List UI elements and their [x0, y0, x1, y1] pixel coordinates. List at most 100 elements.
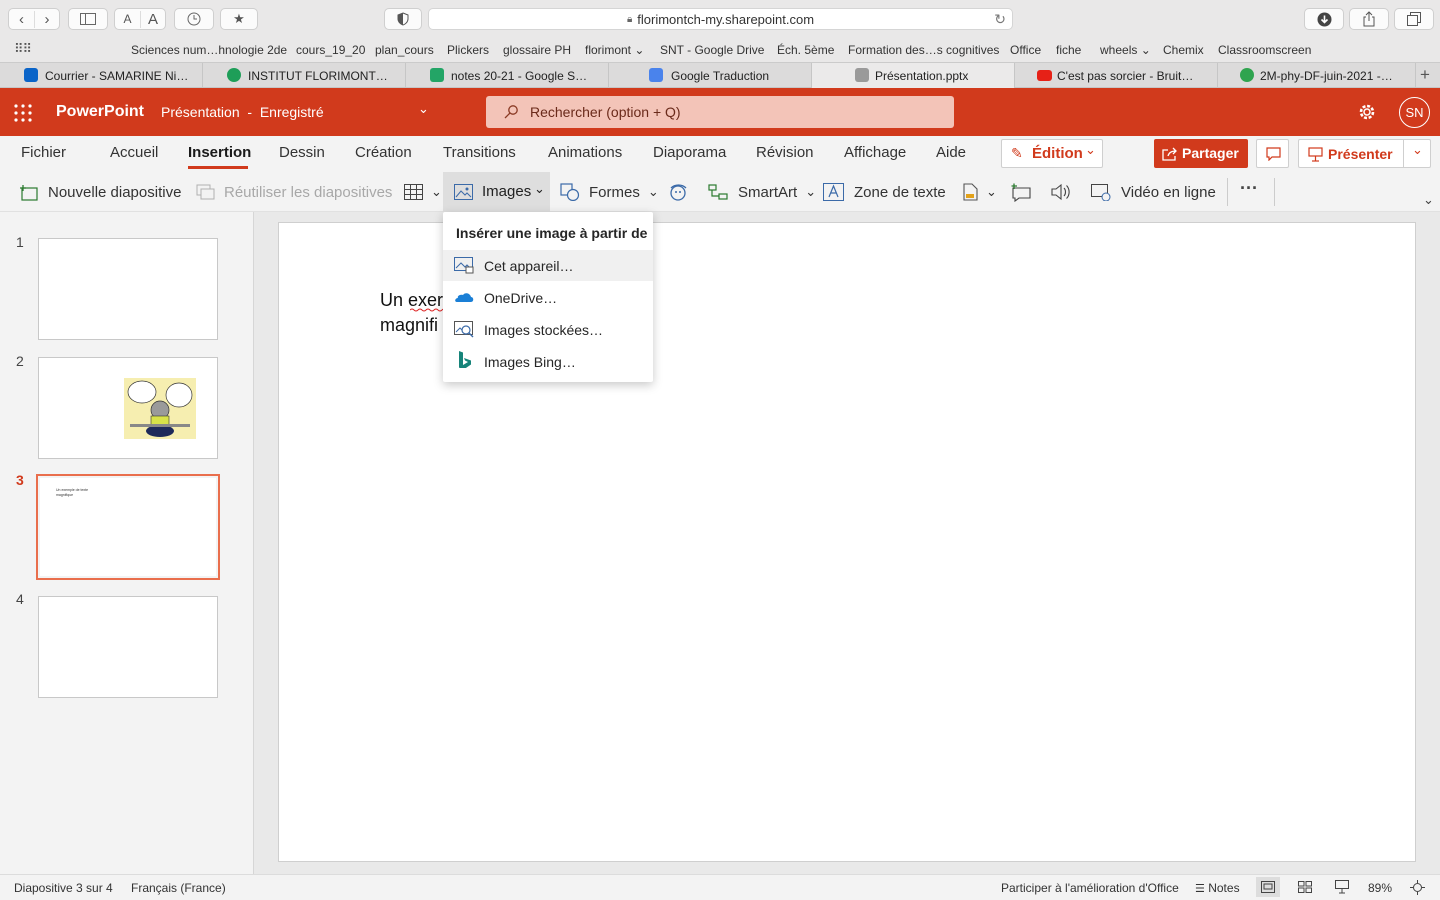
tab-dessin[interactable]: Dessin: [279, 144, 325, 161]
browser-tab-active[interactable]: Présentation.pptx: [812, 63, 1015, 88]
audio-button[interactable]: [1051, 180, 1071, 204]
menu-item-label: Cet appareil…: [484, 258, 574, 274]
new-slide-button[interactable]: Nouvelle diapositive: [19, 180, 181, 204]
language-indicator[interactable]: Français (France): [131, 881, 226, 895]
table-button[interactable]: ⌄: [404, 180, 442, 204]
reuse-slides-label: Réutiliser les diapositives: [224, 183, 393, 201]
notes-icon: ☰: [1195, 883, 1205, 895]
history-button[interactable]: [174, 8, 214, 30]
tab-diaporama[interactable]: Diaporama: [653, 144, 726, 161]
favorite-link[interactable]: glossaire PH: [503, 43, 571, 57]
comments-button[interactable]: [1256, 139, 1289, 168]
present-button[interactable]: Présenter ⌄: [1298, 139, 1431, 168]
sidebar-toggle-button[interactable]: [68, 8, 108, 30]
zoom-level[interactable]: 89%: [1368, 881, 1392, 895]
slide-thumbnail-selected[interactable]: Un exemple de texte magnifique: [36, 474, 220, 580]
settings-gear-icon[interactable]: [1358, 103, 1376, 121]
favorite-link[interactable]: cours_19_20: [296, 43, 365, 57]
smartart-button[interactable]: SmartArt ⌄: [708, 180, 816, 204]
images-button[interactable]: Images ⌄: [443, 172, 550, 212]
privacy-button[interactable]: [384, 8, 422, 30]
menu-item-this-device[interactable]: Cet appareil…: [443, 250, 653, 281]
browser-tab[interactable]: 2M-phy-DF-juin-2021 -…: [1218, 63, 1416, 88]
favorite-link[interactable]: Formation des…s cognitives: [848, 43, 999, 57]
feedback-link[interactable]: Participer à l'amélioration d'Office: [1001, 881, 1179, 895]
shapes-button[interactable]: Formes ⌄: [560, 180, 659, 204]
back-icon[interactable]: ‹: [9, 11, 34, 28]
normal-view-button[interactable]: [1256, 877, 1280, 897]
favorite-link[interactable]: Classroomscreen: [1218, 43, 1311, 57]
favorite-link[interactable]: Éch. 5ème: [777, 43, 834, 57]
chevron-down-icon[interactable]: ⌄: [1412, 142, 1423, 158]
slide-thumbnail[interactable]: [38, 357, 218, 459]
app-launcher-icon[interactable]: [14, 104, 32, 122]
reload-icon[interactable]: ↻: [994, 11, 1006, 28]
slide-thumbnail[interactable]: [38, 596, 218, 698]
share-button[interactable]: Partager: [1154, 139, 1248, 168]
separator: [1403, 140, 1404, 167]
favorite-link[interactable]: Office: [1010, 43, 1041, 57]
tab-insertion[interactable]: Insertion: [188, 144, 251, 161]
slide-text-box[interactable]: Un exer magnifi: [380, 288, 443, 338]
search-box[interactable]: Rechercher (option + Q): [486, 96, 954, 128]
document-icon: [963, 183, 978, 201]
menu-item-bing-images[interactable]: Images Bing…: [443, 346, 653, 377]
file-insert-button[interactable]: ⌄: [963, 180, 997, 204]
slide-sorter-icon[interactable]: [1298, 881, 1312, 893]
app-name[interactable]: PowerPoint: [56, 103, 144, 121]
favorite-link[interactable]: Plickers: [447, 43, 489, 57]
tab-overview-button[interactable]: [1394, 8, 1434, 30]
bookmark-button[interactable]: ★: [220, 8, 258, 30]
menu-item-onedrive[interactable]: OneDrive…: [443, 282, 653, 313]
sheets-icon: [430, 68, 444, 82]
downloads-button[interactable]: [1304, 8, 1344, 30]
tab-creation[interactable]: Création: [355, 144, 412, 161]
browser-tab[interactable]: notes 20-21 - Google S…: [406, 63, 609, 88]
icons-button[interactable]: [667, 180, 689, 204]
search-placeholder: Rechercher (option + Q): [530, 104, 681, 120]
tab-fichier[interactable]: Fichier: [21, 144, 66, 161]
favorite-link[interactable]: Chemix: [1163, 43, 1204, 57]
browser-tab[interactable]: INSTITUT FLORIMONT…: [203, 63, 406, 88]
chevron-down-icon[interactable]: ⌄: [418, 101, 429, 117]
menu-item-stock-images[interactable]: Images stockées…: [443, 314, 653, 345]
ribbon-expand-icon[interactable]: ⌄: [1423, 192, 1434, 208]
notes-button[interactable]: ☰ Notes: [1195, 881, 1240, 895]
grid-apps-icon[interactable]: ⠿⠿: [14, 41, 32, 57]
favorite-link[interactable]: fiche: [1056, 43, 1081, 57]
text-bigger-button[interactable]: A: [139, 10, 165, 28]
text-smaller-button[interactable]: A: [115, 12, 140, 26]
browser-tab[interactable]: Courrier - SAMARINE Ni…: [0, 63, 203, 88]
address-bar[interactable]: 🔒︎ florimontch-my.sharepoint.com ↻: [428, 8, 1013, 30]
more-options-icon[interactable]: ···: [1240, 178, 1258, 199]
reading-view-icon[interactable]: [1335, 880, 1349, 894]
tab-animations[interactable]: Animations: [548, 144, 622, 161]
shapes-label: Formes: [589, 183, 640, 201]
favorite-link[interactable]: plan_cours: [375, 43, 434, 57]
slide-thumbnail[interactable]: [38, 238, 218, 340]
favorite-folder[interactable]: wheels ⌄: [1100, 43, 1151, 57]
new-comment-button[interactable]: [1010, 180, 1032, 204]
new-tab-icon[interactable]: +: [1420, 65, 1430, 85]
document-title[interactable]: Présentation - Enregistré: [161, 104, 324, 120]
tab-revision[interactable]: Révision: [756, 144, 814, 161]
forward-icon[interactable]: ›: [33, 10, 59, 28]
tab-aide[interactable]: Aide: [936, 144, 966, 161]
textbox-button[interactable]: Zone de texte: [823, 180, 946, 204]
reuse-slides-icon: [196, 184, 215, 199]
edit-mode-button[interactable]: ✎ Édition ⌄: [1001, 139, 1103, 168]
tab-accueil[interactable]: Accueil: [110, 144, 158, 161]
fit-to-window-icon[interactable]: [1410, 880, 1425, 895]
browser-tab[interactable]: Google Traduction: [609, 63, 812, 88]
favorite-link[interactable]: SNT - Google Drive: [660, 43, 764, 57]
favorite-folder[interactable]: florimont ⌄: [585, 43, 644, 57]
tab-transitions[interactable]: Transitions: [443, 144, 516, 161]
tab-label: Présentation.pptx: [875, 69, 969, 83]
share-sheet-button[interactable]: [1349, 8, 1389, 30]
browser-tab[interactable]: C'est pas sorcier - Bruit…: [1015, 63, 1218, 88]
menu-item-label: OneDrive…: [484, 290, 558, 306]
online-video-button[interactable]: Vidéo en ligne: [1091, 180, 1216, 204]
user-avatar[interactable]: SN: [1399, 97, 1430, 128]
favorite-link[interactable]: Sciences num…hnologie 2de: [131, 43, 287, 57]
tab-affichage[interactable]: Affichage: [844, 144, 906, 161]
